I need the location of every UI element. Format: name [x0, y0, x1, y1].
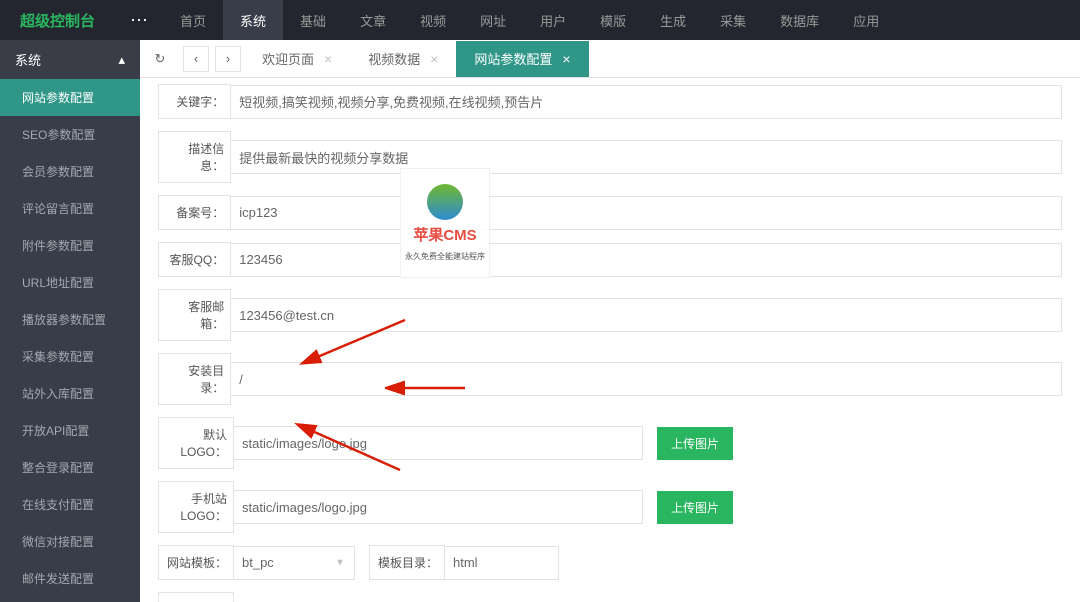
row-keywords: 关键字：	[158, 84, 1062, 119]
label-desc: 描述信息：	[158, 131, 231, 183]
row-installdir: 安装目录：	[158, 353, 1062, 405]
top-nav: 首页 系统 基础 文章 视频 网址 用户 模版 生成 采集 数据库 应用	[163, 0, 896, 40]
row-qq: 客服QQ：	[158, 242, 1062, 277]
sidebar-item-collect[interactable]: 采集参数配置	[0, 338, 140, 375]
sidebar-item-url[interactable]: URL地址配置	[0, 264, 140, 301]
sidebar-item-login[interactable]: 整合登录配置	[0, 449, 140, 486]
tab-site-config[interactable]: 网站参数配置×	[456, 41, 588, 77]
row-mlogo: 手机站LOGO： 上传图片	[158, 481, 1062, 533]
nav-url[interactable]: 网址	[463, 0, 523, 40]
sidebar-item-wechat[interactable]: 微信对接配置	[0, 523, 140, 560]
refresh-icon[interactable]: ↻	[143, 44, 177, 74]
input-mlogo[interactable]	[233, 490, 643, 524]
nav-system[interactable]: 系统	[223, 0, 283, 40]
row-adaptive: 自适应手机： 关闭 多域 单域 多域名：访问wap域名会自动使用手机模板；单域名…	[158, 592, 1062, 602]
more-icon[interactable]: ⋯	[115, 10, 163, 31]
row-email: 客服邮箱：	[158, 289, 1062, 341]
label-installdir: 安装目录：	[158, 353, 231, 405]
close-icon[interactable]: ×	[562, 51, 570, 67]
tab-next-icon[interactable]: ›	[215, 46, 241, 72]
input-keywords[interactable]	[230, 85, 1062, 119]
label-qq: 客服QQ：	[158, 242, 231, 277]
sidebar-header[interactable]: 系统 ▴	[0, 40, 140, 79]
input-logo[interactable]	[233, 426, 643, 460]
input-icp[interactable]	[230, 196, 1062, 230]
tab-video-data[interactable]: 视频数据×	[350, 41, 456, 77]
input-tpl-dir[interactable]	[444, 546, 559, 580]
label-logo: 默认LOGO：	[158, 417, 234, 469]
sidebar-item-player[interactable]: 播放器参数配置	[0, 301, 140, 338]
sidebar-item-payment[interactable]: 在线支付配置	[0, 486, 140, 523]
label-tpl-dir: 模板目录：	[369, 545, 445, 580]
sidebar-item-attachment[interactable]: 附件参数配置	[0, 227, 140, 264]
caret-down-icon: ▴	[118, 52, 125, 68]
sidebar-item-email[interactable]: 邮件发送配置	[0, 560, 140, 597]
sidebar-item-external[interactable]: 站外入库配置	[0, 375, 140, 412]
tabs: 欢迎页面× 视频数据× 网站参数配置×	[244, 41, 589, 77]
top-bar: 超级控制台 ⋯ 首页 系统 基础 文章 视频 网址 用户 模版 生成 采集 数据…	[0, 0, 1080, 40]
tab-bar: ↻ ‹ › 欢迎页面× 视频数据× 网站参数配置×	[140, 40, 1080, 78]
label-keywords: 关键字：	[158, 84, 231, 119]
sidebar-item-comment[interactable]: 评论留言配置	[0, 190, 140, 227]
upload-logo-button[interactable]: 上传图片	[657, 427, 733, 460]
label-tpl: 网站模板：	[158, 545, 234, 580]
brand-logo: 超级控制台	[0, 10, 115, 31]
nav-collect[interactable]: 采集	[703, 0, 763, 40]
row-desc: 描述信息：	[158, 131, 1062, 183]
label-adaptive: 自适应手机：	[158, 592, 234, 602]
nav-user[interactable]: 用户	[523, 0, 583, 40]
close-icon[interactable]: ×	[324, 51, 332, 67]
sidebar-item-seo[interactable]: SEO参数配置	[0, 116, 140, 153]
tab-prev-icon[interactable]: ‹	[183, 46, 209, 72]
row-icp: 备案号：	[158, 195, 1062, 230]
input-qq[interactable]	[230, 243, 1062, 277]
upload-mlogo-button[interactable]: 上传图片	[657, 491, 733, 524]
close-icon[interactable]: ×	[430, 51, 438, 67]
content-area: 关键字： 描述信息： 备案号： 客服QQ： 客服邮箱： 安装目录： 默认LOGO…	[140, 78, 1080, 602]
sidebar-title: 系统	[15, 50, 41, 69]
chevron-down-icon: ▼	[335, 557, 345, 568]
sidebar-item-sms[interactable]: 短信发送配置	[0, 597, 140, 602]
sidebar-item-api[interactable]: 开放API配置	[0, 412, 140, 449]
label-email: 客服邮箱：	[158, 289, 231, 341]
input-desc[interactable]	[230, 140, 1062, 174]
nav-app[interactable]: 应用	[836, 0, 896, 40]
nav-generate[interactable]: 生成	[643, 0, 703, 40]
row-logo: 默认LOGO： 上传图片	[158, 417, 1062, 469]
sidebar: 系统 ▴ 网站参数配置 SEO参数配置 会员参数配置 评论留言配置 附件参数配置…	[0, 40, 140, 602]
nav-video[interactable]: 视频	[403, 0, 463, 40]
input-email[interactable]	[230, 298, 1062, 332]
nav-article[interactable]: 文章	[343, 0, 403, 40]
tab-welcome[interactable]: 欢迎页面×	[244, 41, 350, 77]
nav-basic[interactable]: 基础	[283, 0, 343, 40]
nav-home[interactable]: 首页	[163, 0, 223, 40]
nav-database[interactable]: 数据库	[763, 0, 836, 40]
sidebar-item-member[interactable]: 会员参数配置	[0, 153, 140, 190]
label-icp: 备案号：	[158, 195, 231, 230]
row-tpl: 网站模板： ▼ 模板目录：	[158, 545, 1062, 580]
nav-template[interactable]: 模版	[583, 0, 643, 40]
input-installdir[interactable]	[230, 362, 1062, 396]
label-mlogo: 手机站LOGO：	[158, 481, 234, 533]
sidebar-item-site-config[interactable]: 网站参数配置	[0, 79, 140, 116]
